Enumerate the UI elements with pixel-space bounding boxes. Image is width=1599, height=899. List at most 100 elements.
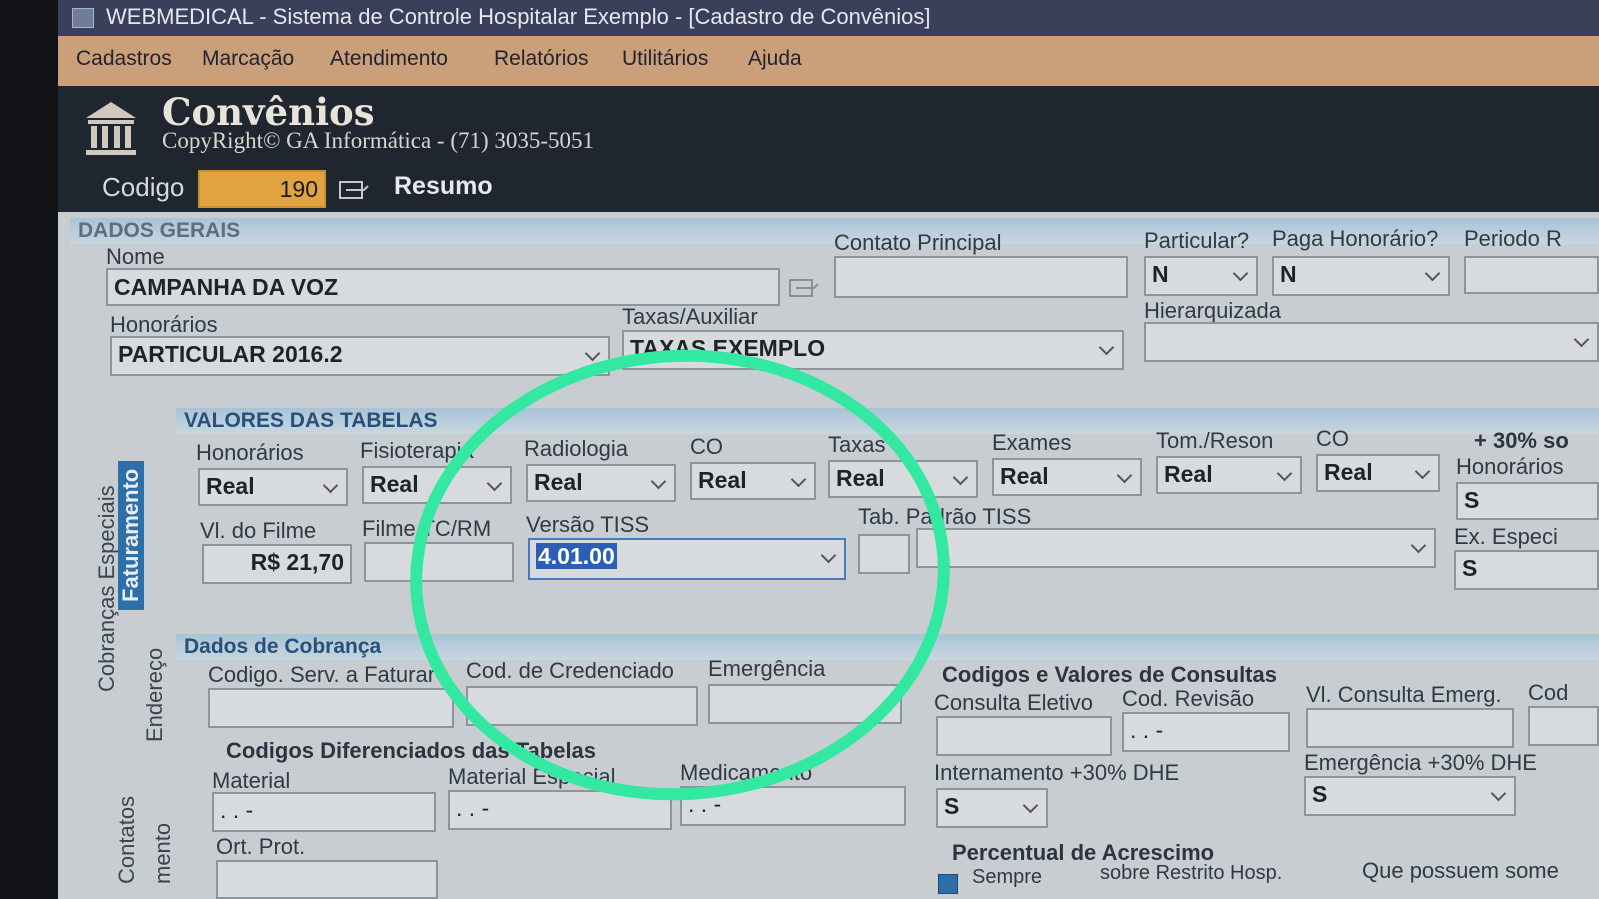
copyright-text: CopyRight© GA Informática - (71) 3035-50… — [162, 128, 595, 153]
filme-tc-field[interactable] — [364, 542, 514, 582]
chevron-down-icon[interactable] — [1410, 458, 1434, 486]
col-co-select[interactable]: Real — [690, 462, 816, 500]
nome-field[interactable]: CAMPANHA DA VOZ — [106, 268, 780, 306]
tab-padrao-select[interactable] — [916, 528, 1436, 568]
mat-especial-label: Material Especial — [448, 764, 616, 789]
form-header: Convênios CopyRight© GA Informática - (7… — [58, 86, 1599, 212]
hierarquizada-label: Hierarquizada — [1144, 298, 1281, 323]
col-co2-select[interactable]: Real — [1316, 454, 1440, 492]
cod-cred-label: Cod. de Credenciado — [466, 658, 674, 683]
menu-marcacao[interactable]: Marcação — [202, 47, 294, 71]
cod-revisao-label: Cod. Revisão — [1122, 686, 1255, 711]
chevron-down-icon[interactable] — [1094, 334, 1118, 362]
internamento-label: Internamento +30% DHE — [934, 760, 1180, 785]
chevron-down-icon[interactable] — [580, 340, 604, 368]
sempre-checkbox[interactable] — [938, 874, 958, 894]
particular-select[interactable]: N — [1144, 256, 1258, 296]
col-tom-reson-label: Tom./Reson — [1156, 428, 1274, 453]
cod-revisao-field[interactable]: . . - — [1122, 712, 1290, 752]
menu-relatorios[interactable]: Relatórios — [494, 47, 589, 71]
col-fisioterapia-select[interactable]: Real — [362, 466, 512, 504]
material-label: Material — [212, 768, 291, 793]
col-taxas-select[interactable]: Real — [828, 460, 978, 498]
emergencia-field[interactable] — [708, 684, 902, 724]
resumo-button[interactable]: Resumo — [394, 172, 493, 201]
nome-label: Nome — [106, 244, 165, 269]
contato-label: Contato Principal — [834, 230, 1002, 255]
taxas-label: Taxas/Auxiliar — [622, 304, 758, 329]
particular-value: N — [1152, 261, 1169, 287]
cod-label: Cod — [1528, 680, 1569, 705]
periodo-field[interactable] — [1464, 256, 1599, 294]
cod-serv-field[interactable] — [208, 688, 454, 728]
dif-title: Codigos Diferenciados das Tabelas — [226, 738, 597, 763]
chevron-down-icon[interactable] — [786, 466, 810, 494]
tab-cobrancas-especiais[interactable]: Cobranças Especiais — [94, 485, 120, 692]
emergencia-30-select[interactable]: S — [1304, 776, 1516, 816]
tab-lancamento[interactable]: mento — [150, 823, 176, 884]
consulta-eletivo-label: Consulta Eletivo — [934, 690, 1093, 715]
chevron-down-icon[interactable] — [1018, 792, 1042, 820]
cod-field[interactable] — [1528, 706, 1599, 746]
col-radiologia-select[interactable]: Real — [526, 464, 676, 502]
col-honorarios-select[interactable]: Real — [198, 468, 348, 506]
honorarios-label: Honorários — [110, 312, 218, 337]
paga-honorario-select[interactable]: N — [1272, 256, 1450, 296]
lookup-hand-icon[interactable] — [788, 274, 822, 300]
vl-emerg-field[interactable] — [1306, 708, 1514, 748]
chevron-down-icon[interactable] — [1272, 460, 1296, 488]
mat-especial-field[interactable]: . . - — [448, 790, 672, 830]
tab-contatos[interactable]: Contatos — [114, 796, 140, 884]
menu-utilitarios[interactable]: Utilitários — [622, 47, 708, 71]
col-co-label: CO — [690, 434, 723, 459]
consultas-title: Codigos e Valores de Consultas — [942, 662, 1277, 687]
versao-tiss-label: Versão TISS — [526, 512, 650, 537]
col-tom-reson-select[interactable]: Real — [1156, 456, 1302, 494]
valores-header: VALORES DAS TABELAS — [176, 408, 1599, 434]
ex-espec-field[interactable]: S — [1454, 550, 1599, 590]
ort-prot-field[interactable] — [216, 860, 438, 899]
cod-cred-field[interactable] — [466, 686, 698, 726]
col-tom-reson-value: Real — [1164, 461, 1213, 487]
filme-field[interactable]: R$ 21,70 — [202, 544, 352, 584]
col-exames-select[interactable]: Real — [992, 458, 1142, 496]
material-field[interactable]: . . - — [212, 792, 436, 832]
versao-tiss-select[interactable]: 4.01.00 — [528, 538, 846, 580]
chevron-down-icon[interactable] — [646, 468, 670, 496]
building-logo-icon — [86, 102, 136, 155]
contato-field[interactable] — [834, 256, 1128, 298]
chevron-down-icon[interactable] — [1406, 532, 1430, 560]
chevron-down-icon[interactable] — [1486, 780, 1510, 808]
consulta-eletivo-field[interactable] — [936, 716, 1112, 756]
honorarios-select[interactable]: PARTICULAR 2016.2 — [110, 336, 610, 376]
chevron-down-icon[interactable] — [948, 464, 972, 492]
tab-padrao-code-field[interactable] — [858, 534, 910, 574]
honorarios-30-field[interactable]: S — [1456, 482, 1599, 520]
window-title: WEBMEDICAL - Sistema de Controle Hospita… — [106, 4, 931, 29]
menu-atendimento[interactable]: Atendimento — [330, 47, 448, 71]
chevron-down-icon[interactable] — [816, 542, 840, 570]
chevron-down-icon[interactable] — [318, 472, 342, 500]
honorarios-30-label: Honorários — [1456, 454, 1564, 479]
tab-faturamento[interactable]: Faturamento — [118, 460, 144, 610]
medicamento-field[interactable]: . . - — [680, 786, 906, 826]
tab-endereco[interactable]: Endereço — [142, 648, 168, 742]
window-titlebar: WEBMEDICAL - Sistema de Controle Hospita… — [58, 0, 1599, 36]
chevron-down-icon[interactable] — [1569, 326, 1593, 354]
screen-bezel — [0, 0, 58, 899]
particular-label: Particular? — [1144, 228, 1250, 253]
col-radiologia-label: Radiologia — [524, 436, 628, 461]
codigo-field[interactable]: 190 — [198, 170, 326, 208]
chevron-down-icon[interactable] — [1228, 260, 1252, 288]
col-fisioterapia-value: Real — [370, 471, 419, 497]
taxas-select[interactable]: TAXAS EXEMPLO — [622, 330, 1124, 370]
chevron-down-icon[interactable] — [1420, 260, 1444, 288]
hierarquizada-select[interactable] — [1144, 322, 1599, 362]
chevron-down-icon[interactable] — [1112, 462, 1136, 490]
internamento-select[interactable]: S — [936, 788, 1048, 828]
menu-cadastros[interactable]: Cadastros — [76, 47, 172, 71]
paga-honorario-value: N — [1280, 261, 1297, 287]
chevron-down-icon[interactable] — [482, 470, 506, 498]
lookup-hand-icon[interactable] — [338, 176, 372, 202]
menu-ajuda[interactable]: Ajuda — [748, 47, 802, 71]
